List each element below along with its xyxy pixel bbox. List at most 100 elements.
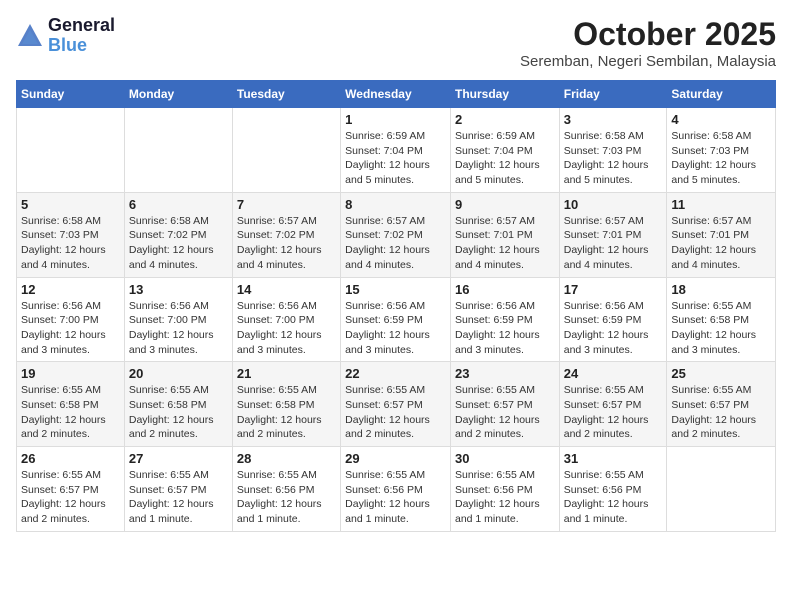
weekday-header-thursday: Thursday bbox=[450, 81, 559, 108]
calendar-cell: 21 Sunrise: 6:55 AM Sunset: 6:58 PM Dayli… bbox=[232, 362, 340, 447]
calendar-cell: 2 Sunrise: 6:59 AM Sunset: 7:04 PM Daylig… bbox=[450, 108, 559, 193]
week-row-1: 5Sunrise: 6:58 AM Sunset: 7:03 PM Daylig… bbox=[17, 192, 776, 277]
logo: General Blue bbox=[16, 16, 115, 56]
calendar-cell: 31 Sunrise: 6:55 AM Sunset: 6:56 PM Dayli… bbox=[559, 447, 667, 532]
day-number: 17 bbox=[564, 282, 663, 297]
calendar-cell: 8Sunrise: 6:57 AM Sunset: 7:02 PM Daylig… bbox=[341, 192, 451, 277]
day-number: 2 bbox=[455, 112, 555, 127]
calendar-cell: 19 Sunrise: 6:55 AM Sunset: 6:58 PM Dayli… bbox=[17, 362, 125, 447]
calendar-cell: 3 Sunrise: 6:58 AM Sunset: 7:03 PM Daylig… bbox=[559, 108, 667, 193]
day-info: Sunrise: 6:57 AM Sunset: 7:01 PM Dayligh… bbox=[455, 214, 555, 273]
calendar-cell: 29 Sunrise: 6:55 AM Sunset: 6:56 PM Dayli… bbox=[341, 447, 451, 532]
calendar-cell bbox=[232, 108, 340, 193]
logo-line2: Blue bbox=[48, 36, 115, 56]
day-info: Sunrise: 6:56 AM Sunset: 7:00 PM Dayligh… bbox=[237, 299, 336, 358]
calendar-cell: 6Sunrise: 6:58 AM Sunset: 7:02 PM Daylig… bbox=[124, 192, 232, 277]
calendar-cell bbox=[124, 108, 232, 193]
day-info: Sunrise: 6:55 AM Sunset: 6:58 PM Dayligh… bbox=[129, 383, 228, 442]
day-number: 5 bbox=[21, 197, 120, 212]
day-number: 26 bbox=[21, 451, 120, 466]
day-number: 25 bbox=[671, 366, 771, 381]
calendar-cell: 5Sunrise: 6:58 AM Sunset: 7:03 PM Daylig… bbox=[17, 192, 125, 277]
day-number: 28 bbox=[237, 451, 336, 466]
calendar-cell: 20 Sunrise: 6:55 AM Sunset: 6:58 PM Dayli… bbox=[124, 362, 232, 447]
weekday-header-saturday: Saturday bbox=[667, 81, 776, 108]
day-number: 18 bbox=[671, 282, 771, 297]
day-info: Sunrise: 6:58 AM Sunset: 7:03 PM Dayligh… bbox=[564, 129, 663, 188]
day-info: Sunrise: 6:55 AM Sunset: 6:56 PM Dayligh… bbox=[455, 468, 555, 527]
day-info: Sunrise: 6:55 AM Sunset: 6:57 PM Dayligh… bbox=[345, 383, 446, 442]
day-number: 1 bbox=[345, 112, 446, 127]
day-number: 30 bbox=[455, 451, 555, 466]
calendar-cell: 25 Sunrise: 6:55 AM Sunset: 6:57 PM Dayli… bbox=[667, 362, 776, 447]
day-info: Sunrise: 6:55 AM Sunset: 6:57 PM Dayligh… bbox=[21, 468, 120, 527]
logo-text: General Blue bbox=[48, 16, 115, 56]
calendar-cell: 18 Sunrise: 6:55 AM Sunset: 6:58 PM Dayli… bbox=[667, 277, 776, 362]
day-number: 21 bbox=[237, 366, 336, 381]
day-number: 14 bbox=[237, 282, 336, 297]
calendar-cell: 22Sunrise: 6:55 AM Sunset: 6:57 PM Dayli… bbox=[341, 362, 451, 447]
calendar-cell: 13Sunrise: 6:56 AM Sunset: 7:00 PM Dayli… bbox=[124, 277, 232, 362]
calendar-body: 1 Sunrise: 6:59 AM Sunset: 7:04 PM Daylig… bbox=[17, 108, 776, 532]
weekday-header-sunday: Sunday bbox=[17, 81, 125, 108]
calendar-cell: 1 Sunrise: 6:59 AM Sunset: 7:04 PM Daylig… bbox=[341, 108, 451, 193]
day-number: 29 bbox=[345, 451, 446, 466]
day-info: Sunrise: 6:55 AM Sunset: 6:57 PM Dayligh… bbox=[455, 383, 555, 442]
calendar-cell: 16Sunrise: 6:56 AM Sunset: 6:59 PM Dayli… bbox=[450, 277, 559, 362]
day-info: Sunrise: 6:57 AM Sunset: 7:01 PM Dayligh… bbox=[671, 214, 771, 273]
day-info: Sunrise: 6:55 AM Sunset: 6:56 PM Dayligh… bbox=[564, 468, 663, 527]
day-info: Sunrise: 6:55 AM Sunset: 6:58 PM Dayligh… bbox=[237, 383, 336, 442]
weekday-header-friday: Friday bbox=[559, 81, 667, 108]
day-info: Sunrise: 6:57 AM Sunset: 7:02 PM Dayligh… bbox=[345, 214, 446, 273]
day-number: 31 bbox=[564, 451, 663, 466]
day-info: Sunrise: 6:56 AM Sunset: 7:00 PM Dayligh… bbox=[21, 299, 120, 358]
weekday-header-row: SundayMondayTuesdayWednesdayThursdayFrid… bbox=[17, 81, 776, 108]
day-number: 23 bbox=[455, 366, 555, 381]
calendar-cell bbox=[667, 447, 776, 532]
week-row-4: 26 Sunrise: 6:55 AM Sunset: 6:57 PM Dayli… bbox=[17, 447, 776, 532]
logo-line1: General bbox=[48, 16, 115, 36]
day-info: Sunrise: 6:55 AM Sunset: 6:56 PM Dayligh… bbox=[237, 468, 336, 527]
logo-icon bbox=[16, 22, 44, 50]
calendar-cell: 23 Sunrise: 6:55 AM Sunset: 6:57 PM Dayli… bbox=[450, 362, 559, 447]
calendar-cell: 9 Sunrise: 6:57 AM Sunset: 7:01 PM Daylig… bbox=[450, 192, 559, 277]
week-row-3: 19 Sunrise: 6:55 AM Sunset: 6:58 PM Dayli… bbox=[17, 362, 776, 447]
weekday-header-tuesday: Tuesday bbox=[232, 81, 340, 108]
day-info: Sunrise: 6:59 AM Sunset: 7:04 PM Dayligh… bbox=[345, 129, 446, 188]
day-number: 19 bbox=[21, 366, 120, 381]
calendar-cell: 4 Sunrise: 6:58 AM Sunset: 7:03 PM Daylig… bbox=[667, 108, 776, 193]
day-info: Sunrise: 6:58 AM Sunset: 7:03 PM Dayligh… bbox=[671, 129, 771, 188]
calendar-cell: 26 Sunrise: 6:55 AM Sunset: 6:57 PM Dayli… bbox=[17, 447, 125, 532]
calendar-cell: 11 Sunrise: 6:57 AM Sunset: 7:01 PM Dayli… bbox=[667, 192, 776, 277]
day-number: 9 bbox=[455, 197, 555, 212]
calendar-table: SundayMondayTuesdayWednesdayThursdayFrid… bbox=[16, 80, 776, 532]
day-number: 24 bbox=[564, 366, 663, 381]
day-info: Sunrise: 6:56 AM Sunset: 6:59 PM Dayligh… bbox=[345, 299, 446, 358]
day-number: 11 bbox=[671, 197, 771, 212]
weekday-header-wednesday: Wednesday bbox=[341, 81, 451, 108]
day-number: 6 bbox=[129, 197, 228, 212]
day-info: Sunrise: 6:59 AM Sunset: 7:04 PM Dayligh… bbox=[455, 129, 555, 188]
calendar-cell: 7Sunrise: 6:57 AM Sunset: 7:02 PM Daylig… bbox=[232, 192, 340, 277]
calendar-cell: 17Sunrise: 6:56 AM Sunset: 6:59 PM Dayli… bbox=[559, 277, 667, 362]
calendar-cell: 14 Sunrise: 6:56 AM Sunset: 7:00 PM Dayli… bbox=[232, 277, 340, 362]
day-number: 20 bbox=[129, 366, 228, 381]
month-title: October 2025 bbox=[520, 16, 776, 53]
day-info: Sunrise: 6:55 AM Sunset: 6:57 PM Dayligh… bbox=[129, 468, 228, 527]
day-info: Sunrise: 6:55 AM Sunset: 6:56 PM Dayligh… bbox=[345, 468, 446, 527]
day-number: 13 bbox=[129, 282, 228, 297]
day-number: 4 bbox=[671, 112, 771, 127]
calendar-cell: 12Sunrise: 6:56 AM Sunset: 7:00 PM Dayli… bbox=[17, 277, 125, 362]
day-info: Sunrise: 6:55 AM Sunset: 6:58 PM Dayligh… bbox=[671, 299, 771, 358]
week-row-2: 12Sunrise: 6:56 AM Sunset: 7:00 PM Dayli… bbox=[17, 277, 776, 362]
day-info: Sunrise: 6:57 AM Sunset: 7:02 PM Dayligh… bbox=[237, 214, 336, 273]
calendar-cell: 10Sunrise: 6:57 AM Sunset: 7:01 PM Dayli… bbox=[559, 192, 667, 277]
day-number: 27 bbox=[129, 451, 228, 466]
weekday-header-monday: Monday bbox=[124, 81, 232, 108]
day-info: Sunrise: 6:55 AM Sunset: 6:57 PM Dayligh… bbox=[671, 383, 771, 442]
page-header: General Blue October 2025 Seremban, Nege… bbox=[16, 16, 776, 70]
day-info: Sunrise: 6:55 AM Sunset: 6:58 PM Dayligh… bbox=[21, 383, 120, 442]
location-subtitle: Seremban, Negeri Sembilan, Malaysia bbox=[520, 53, 776, 70]
day-number: 3 bbox=[564, 112, 663, 127]
calendar-cell: 28 Sunrise: 6:55 AM Sunset: 6:56 PM Dayli… bbox=[232, 447, 340, 532]
